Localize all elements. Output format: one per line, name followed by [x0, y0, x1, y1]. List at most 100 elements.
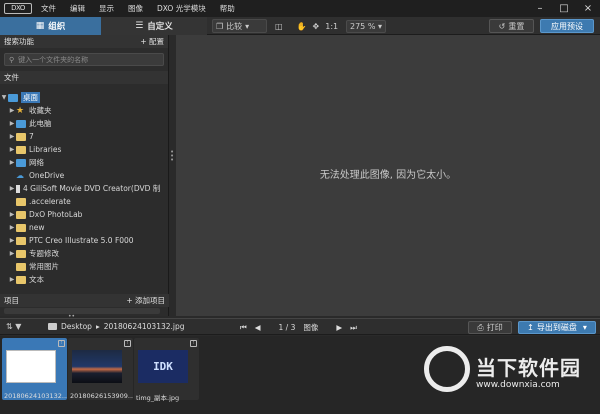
- reset-button[interactable]: ↺ 重置: [489, 19, 534, 33]
- reset-icon: ↺: [498, 21, 506, 31]
- expand-right-icon[interactable]: ▶: [8, 211, 16, 218]
- library-icon: [16, 145, 26, 154]
- export-label: 导出到磁盘: [536, 323, 577, 332]
- expand-right-icon[interactable]: ▶: [8, 237, 16, 244]
- left-panel: 搜索功能 + 配置 ⚲ 键入一个文件夹的名称 文件 ▼ 桌面 ▶ ★ 收藏夹 ▶…: [0, 35, 169, 316]
- first-image-icon[interactable]: ⏮: [240, 323, 247, 333]
- menu-help[interactable]: 帮助: [213, 3, 242, 14]
- image-counter-unit: 图像: [303, 323, 319, 332]
- folder-icon: [16, 275, 26, 284]
- breadcrumb-folder[interactable]: Desktop: [61, 322, 92, 331]
- warning-icon: !: [58, 340, 65, 347]
- zoom-select[interactable]: 275 % ▾: [346, 20, 386, 33]
- watermark: 当下软件园 www.downxia.com: [424, 344, 594, 404]
- tab-customize[interactable]: ☰ 自定义: [101, 17, 207, 35]
- minimize-icon[interactable]: –: [528, 0, 552, 17]
- thumbnail-image: IDK: [138, 350, 188, 383]
- printer-icon: ⎙: [477, 322, 484, 332]
- image-navigation: ⏮ ◀ 1 / 3 图像 ▶ ⏭: [236, 322, 361, 333]
- tree-item-common-images[interactable]: 常用图片: [0, 260, 169, 273]
- print-button[interactable]: ⎙ 打印: [468, 321, 512, 334]
- tree-item-this-pc[interactable]: ▶ 此电脑: [0, 117, 169, 130]
- export-to-disk-button[interactable]: ↥ 导出到磁盘 ▾: [518, 321, 596, 334]
- filmstrip-thumbnail[interactable]: ! 20180624103132....: [2, 338, 67, 400]
- folder-search-input[interactable]: ⚲ 键入一个文件夹的名称: [4, 53, 164, 66]
- configure-button[interactable]: + 配置: [140, 36, 164, 47]
- expand-right-icon[interactable]: ▶: [8, 146, 16, 153]
- add-project-button[interactable]: + 添加项目: [126, 295, 165, 306]
- watermark-name: 当下软件园: [476, 356, 581, 380]
- breadcrumb: Desktop ▸ 20180624103132.jpg: [48, 322, 185, 331]
- compare-button[interactable]: ❐ 比较 ▾: [212, 19, 267, 33]
- menu-optics-module[interactable]: DXO 光学模块: [150, 3, 213, 14]
- menu-image[interactable]: 图像: [121, 3, 150, 14]
- split-view-icon[interactable]: ◫: [272, 19, 286, 33]
- expand-right-icon[interactable]: ▶: [8, 276, 16, 283]
- tree-item-7[interactable]: ▶ 7: [0, 130, 169, 143]
- menu-file[interactable]: 文件: [34, 3, 63, 14]
- cloud-icon: ☁: [16, 170, 24, 180]
- warning-icon: !: [124, 340, 131, 347]
- tree-item-label: OneDrive: [29, 171, 65, 180]
- tree-item-network[interactable]: ▶ 网络: [0, 156, 169, 169]
- tree-item-label: 7: [29, 132, 34, 141]
- expand-right-icon[interactable]: ▶: [8, 107, 16, 114]
- folder-tree: ▼ 桌面 ▶ ★ 收藏夹 ▶ 此电脑 ▶ 7 ▶ Libraries ▶ 网络: [0, 91, 169, 286]
- next-image-icon[interactable]: ▶: [336, 323, 342, 332]
- hand-icon[interactable]: ✋: [294, 19, 310, 33]
- apply-preset-button[interactable]: 应用预设: [540, 19, 594, 33]
- search-section-title: 搜索功能: [4, 37, 34, 46]
- thumbnail-image: [6, 350, 56, 383]
- folder-icon: [16, 249, 26, 258]
- tab-organize[interactable]: ▦ 组织: [0, 17, 101, 35]
- chevron-down-icon[interactable]: ▾: [242, 19, 252, 33]
- tree-item-label: 此电脑: [29, 119, 52, 128]
- ratio-button[interactable]: 1:1: [322, 19, 341, 33]
- tree-item-dxo-photolab[interactable]: ▶ DxO PhotoLab: [0, 208, 169, 221]
- chevron-down-icon[interactable]: ▾: [583, 323, 587, 332]
- tree-item-onedrive[interactable]: ☁ OneDrive: [0, 169, 169, 182]
- tree-item-new[interactable]: ▶ new: [0, 221, 169, 234]
- sort-filter-icon[interactable]: ⇅ ▼: [6, 322, 21, 331]
- apply-preset-label: 应用预设: [551, 21, 583, 31]
- move-icon[interactable]: ✥: [310, 19, 323, 33]
- filmstrip-thumbnail[interactable]: ! 20180626153909....: [68, 338, 133, 400]
- star-icon: ★: [16, 105, 25, 116]
- tree-item-label: DxO PhotoLab: [29, 210, 83, 219]
- expand-down-icon[interactable]: ▼: [0, 94, 8, 101]
- breadcrumb-separator: ▸: [95, 322, 100, 331]
- menu-view[interactable]: 显示: [92, 3, 121, 14]
- image-counter: 1 / 3: [278, 323, 296, 332]
- expand-right-icon[interactable]: ▶: [8, 159, 16, 166]
- horizontal-scrollbar[interactable]: [4, 308, 160, 314]
- menu-edit[interactable]: 编辑: [63, 3, 92, 14]
- watermark-logo-icon: [424, 346, 470, 392]
- grid-icon: ▦: [35, 21, 45, 31]
- projects-section-title: 项目: [4, 296, 19, 305]
- expand-right-icon[interactable]: ▶: [8, 224, 16, 231]
- tree-item-accelerate[interactable]: .accelerate: [0, 195, 169, 208]
- tree-item-label: 4 GiliSoft Movie DVD Creator(DVD 制: [23, 184, 161, 193]
- tree-item-ptc-creo[interactable]: ▶ PTC Creo Illustrate 5.0 F000: [0, 234, 169, 247]
- tree-item-topic-edit[interactable]: ▶ 专题修改: [0, 247, 169, 260]
- last-image-icon[interactable]: ⏭: [350, 323, 357, 333]
- expand-right-icon[interactable]: ▶: [8, 250, 16, 257]
- maximize-icon[interactable]: □: [552, 0, 576, 17]
- folder-icon: [16, 197, 26, 206]
- tree-item-libraries[interactable]: ▶ Libraries: [0, 143, 169, 156]
- tree-item-desktop[interactable]: ▼ 桌面: [0, 91, 169, 104]
- chevron-down-icon: ▾: [377, 22, 382, 31]
- expand-right-icon[interactable]: ▶: [8, 120, 16, 127]
- expand-right-icon[interactable]: ▶: [8, 185, 16, 192]
- tree-item-text[interactable]: ▶ 文本: [0, 273, 169, 286]
- expand-right-icon[interactable]: ▶: [8, 133, 16, 140]
- filmstrip-thumbnail[interactable]: ! IDK timg_副本.jpg: [134, 338, 199, 402]
- projects-section-header: 项目 + 添加项目: [0, 294, 169, 307]
- tree-item-favorites[interactable]: ▶ ★ 收藏夹: [0, 104, 169, 117]
- close-icon[interactable]: ×: [576, 0, 600, 17]
- tree-item-gilisoft[interactable]: ▶ 4 GiliSoft Movie DVD Creator(DVD 制: [0, 182, 169, 195]
- image-viewer: 无法处理此图像, 因为它太小。: [176, 35, 600, 316]
- toolbar: ▦ 组织 ☰ 自定义 ❐ 比较 ▾ ◫ ✋ ✥ 1:1 275 % ▾ ↺ 重置…: [0, 17, 600, 35]
- panel-splitter-handle[interactable]: • • •: [170, 149, 174, 164]
- prev-image-icon[interactable]: ◀: [255, 323, 261, 332]
